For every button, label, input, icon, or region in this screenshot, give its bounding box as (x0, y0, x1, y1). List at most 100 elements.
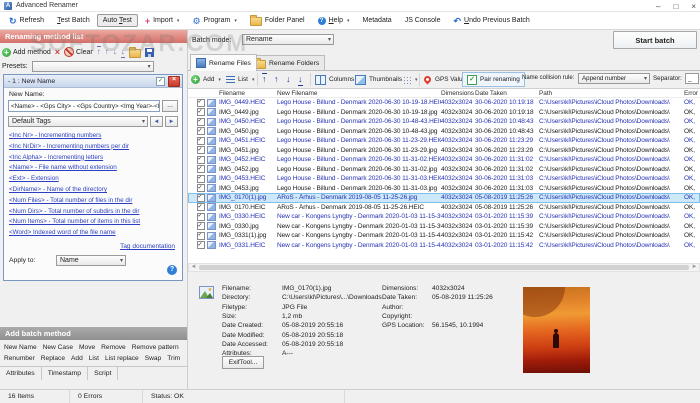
row-checkbox[interactable] (197, 146, 205, 154)
table-row[interactable]: IMG_0450.jpgLego House - Billund - Denma… (188, 127, 700, 137)
toolbar-button-program[interactable]: ⚙Program▾ (186, 14, 242, 28)
presets-dropdown[interactable] (32, 61, 154, 72)
row-checkbox[interactable] (197, 127, 205, 135)
tag-link[interactable]: <Inc NrDir> - Incrementing numbers per d… (9, 142, 178, 153)
close-button[interactable]: × (691, 2, 696, 11)
method-enabled-checkbox[interactable] (156, 77, 165, 86)
maximize-button[interactable]: □ (673, 2, 678, 11)
toolbar-button-import[interactable]: +Import▾ (139, 14, 186, 28)
method-close-button[interactable] (168, 76, 180, 87)
toolbar-button-refresh[interactable]: ↻Refresh (3, 14, 50, 28)
tag-documentation-link[interactable]: Tag documentation (120, 243, 175, 250)
exiftool-button[interactable]: ExifTool... (222, 356, 264, 369)
tag-link[interactable]: <Name> - File name without extension (9, 163, 178, 174)
move-top-button[interactable]: ↑ (97, 48, 101, 56)
table-row[interactable]: IMG_0170.HEICARoS - Århus - Denmark 2019… (188, 203, 700, 213)
table-row[interactable]: IMG_0452.jpgLego House - Billund - Denma… (188, 165, 700, 175)
table-row[interactable]: IMG_0451.HEICLego House - Billund - Denm… (188, 136, 700, 146)
clear-button[interactable]: Clear (64, 47, 93, 57)
toolbar-button-test-batch[interactable]: Test Batch (51, 14, 96, 27)
method-card-header[interactable]: - 1 : New Name (4, 75, 182, 88)
tag-link[interactable]: <Ext> - Extension (9, 174, 178, 185)
toolbar-button-js-console[interactable]: JS Console (399, 14, 447, 27)
remove-method-button[interactable]: × (55, 47, 60, 57)
new-name-input[interactable]: <Name> - <Gps City> - <Gps Country> <Img… (8, 100, 160, 112)
batch-mode-dropdown[interactable]: Rename (242, 34, 334, 45)
batch-method-link[interactable]: List (89, 355, 99, 362)
more-button[interactable]: ... (162, 100, 178, 112)
row-checkbox[interactable] (197, 156, 205, 164)
table-row[interactable]: IMG_0451.jpgLego House - Billund - Denma… (188, 146, 700, 156)
tag-link[interactable]: <Inc Alpha> - Incrementing letters (9, 153, 178, 164)
row-checkbox[interactable] (197, 165, 205, 173)
toolbar-button-undo-previous-batch[interactable]: ↶Undo Previous Batch (447, 14, 535, 28)
tags-next-button[interactable]: ► (165, 116, 178, 127)
file-move-top-button[interactable]: ↑ (262, 71, 267, 88)
minimize-button[interactable]: – (656, 2, 660, 11)
tag-link[interactable]: <Word> Indexed word of the file name (9, 228, 178, 239)
row-checkbox[interactable] (197, 194, 205, 202)
tag-link[interactable]: <DirName> - Name of the directory (9, 185, 178, 196)
scroll-left-icon[interactable]: ◄ (189, 264, 198, 271)
batch-method-link[interactable]: Remove (101, 344, 126, 351)
column-header[interactable]: New Filename (277, 90, 441, 97)
column-header[interactable]: Path (539, 90, 684, 97)
batch-method-tab[interactable]: Attributes (0, 367, 42, 380)
table-row[interactable]: IMG_0449.HEICLego House - Billund - Denm… (188, 98, 700, 108)
open-preset-icon[interactable] (129, 49, 141, 58)
column-header[interactable]: Date Taken (475, 90, 539, 97)
batch-method-tab[interactable]: Timestamp (42, 367, 88, 380)
row-checkbox[interactable] (197, 203, 205, 211)
batch-method-link[interactable]: Remove pattern (132, 344, 179, 351)
tags-prev-button[interactable]: ◄ (150, 116, 163, 127)
row-checkbox[interactable] (197, 213, 205, 221)
row-checkbox[interactable] (197, 175, 205, 183)
scrollbar-thumb[interactable] (199, 265, 689, 270)
file-move-up-button[interactable]: ↑ (274, 71, 279, 88)
table-row[interactable]: IMG_0330.jpgNew car - Kongens Lyngby - D… (188, 222, 700, 232)
batch-method-link[interactable]: Trim (167, 355, 180, 362)
add-files-button[interactable]: Add ▾ (191, 71, 221, 88)
scroll-right-icon[interactable]: ► (690, 264, 699, 271)
table-row[interactable]: IMG_0452.HEICLego House - Billund - Denm… (188, 155, 700, 165)
column-header[interactable]: Dimensions (441, 90, 475, 97)
row-checkbox[interactable] (197, 99, 205, 107)
tab-rename-files[interactable]: Rename Files (190, 54, 257, 71)
batch-method-link[interactable]: Add (71, 355, 83, 362)
toolbar-button-folder-panel[interactable]: Folder Panel (244, 12, 311, 29)
batch-method-link[interactable]: Replace (41, 355, 65, 362)
batch-method-tab[interactable]: Script (88, 367, 118, 380)
tags-dropdown[interactable]: Default Tags (8, 116, 148, 127)
batch-method-link[interactable]: New Name (4, 344, 37, 351)
batch-method-link[interactable]: Swap (145, 355, 162, 362)
apply-to-dropdown[interactable]: Name (56, 255, 126, 266)
tag-link[interactable]: <Inc Nr> - Incrementing numbers (9, 131, 178, 142)
tag-link[interactable]: <Num Items> - Total number of items in t… (9, 217, 178, 228)
toolbar-button-auto-test[interactable]: Auto Test (97, 14, 138, 27)
add-method-button[interactable]: Add method (2, 48, 51, 57)
batch-method-link[interactable]: Renumber (4, 355, 35, 362)
tab-rename-folders[interactable]: Rename Folders (248, 55, 325, 70)
tag-link[interactable]: <Num Dirs> - Total number of subdirs in … (9, 207, 178, 218)
help-icon[interactable] (167, 265, 177, 275)
pair-renaming-toggle[interactable]: Pair renaming (462, 72, 525, 87)
table-row[interactable]: IMG_0453.HEICLego House - Billund - Denm… (188, 174, 700, 184)
column-header[interactable]: Filename (219, 90, 277, 97)
list-menu-button[interactable]: List ▾ (226, 71, 254, 88)
tag-link[interactable]: <Num Files> - Total number of files in t… (9, 196, 178, 207)
table-row[interactable]: IMG_0170(1).jpgARoS - Århus - Denmark 20… (188, 193, 700, 203)
row-checkbox[interactable] (197, 241, 205, 249)
row-checkbox[interactable] (197, 184, 205, 192)
file-move-down-button[interactable]: ↓ (286, 71, 291, 88)
move-up-button[interactable]: ↑ (105, 48, 109, 56)
table-row[interactable]: IMG_0330.HEICNew car - Kongens Lyngby - … (188, 212, 700, 222)
toolbar-button-help[interactable]: Help▾ (312, 14, 356, 28)
save-preset-icon[interactable] (145, 48, 154, 57)
thumbnail-size-button[interactable]: ▾ (403, 71, 418, 88)
row-checkbox[interactable] (197, 222, 205, 230)
table-row[interactable]: IMG_0331.HEICNew car - Kongens Lyngby - … (188, 241, 700, 251)
start-batch-button[interactable]: Start batch (613, 31, 697, 49)
pair-renaming-checkbox[interactable] (467, 75, 477, 85)
row-checkbox[interactable] (197, 137, 205, 145)
batch-method-link[interactable]: List replace (105, 355, 139, 362)
